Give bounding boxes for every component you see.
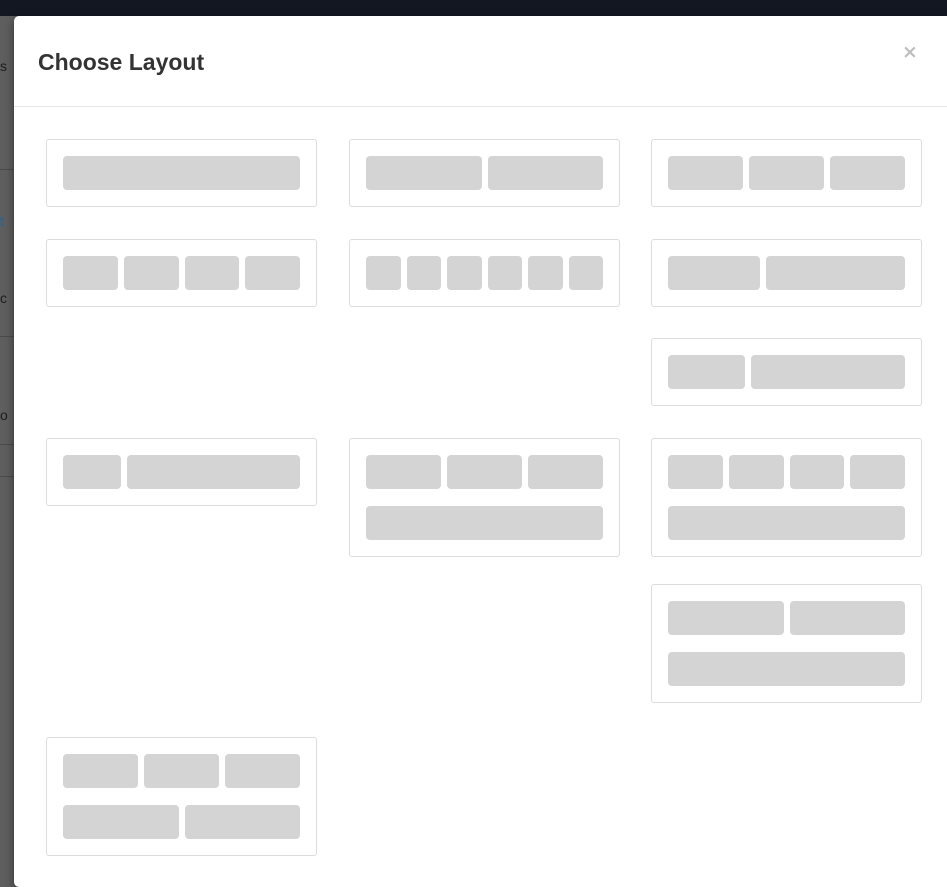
layout-column-block — [528, 256, 563, 290]
layout-column-block — [668, 355, 745, 389]
layout-4-over-1-option[interactable] — [651, 438, 922, 557]
layout-column-block — [789, 455, 845, 489]
layout-column-block — [830, 156, 905, 190]
layout-column-block — [568, 256, 603, 290]
layout-column-block — [668, 506, 905, 540]
close-icon[interactable]: × — [898, 40, 922, 64]
layout-6-col-option[interactable] — [349, 239, 620, 307]
layout-4-col-option[interactable] — [46, 239, 317, 307]
layout-preview-row — [668, 256, 905, 290]
modal-title: Choose Layout — [38, 49, 205, 75]
modal-header: Choose Layout × — [14, 16, 947, 107]
layout-preview-row — [63, 455, 300, 489]
layout-column-block — [366, 256, 401, 290]
background-link-fragment: t — [0, 213, 4, 229]
layout-column-block — [123, 256, 179, 290]
layout-2-col-option[interactable] — [349, 139, 620, 207]
layout-column-block — [144, 754, 219, 788]
layout-column-block — [766, 256, 905, 290]
layout-preview-row — [366, 506, 603, 540]
layout-column-block — [447, 455, 522, 489]
layout-preview-row — [668, 652, 905, 686]
layout-preview-row — [668, 355, 905, 389]
choose-layout-modal: Choose Layout × — [14, 16, 947, 887]
layout-33-67-option[interactable] — [651, 338, 922, 406]
layout-preview-row — [63, 754, 300, 788]
layout-preview-row — [668, 156, 905, 190]
background-divider — [0, 169, 14, 170]
layout-column-block — [184, 256, 240, 290]
layout-column-block — [668, 652, 905, 686]
layout-preview-row — [63, 256, 300, 290]
layout-preview-row — [63, 156, 300, 190]
background-text-fragment: o — [0, 407, 8, 423]
layout-column-block — [487, 156, 603, 190]
layout-3-over-2-option[interactable] — [46, 737, 317, 856]
background-text-fragment: c — [0, 290, 7, 306]
layout-column-block — [749, 156, 824, 190]
layout-preview-row — [63, 805, 300, 839]
layout-25-75-option[interactable] — [46, 438, 317, 506]
layout-column-block — [751, 355, 905, 389]
layout-column-block — [63, 256, 118, 290]
layout-column-block — [668, 156, 743, 190]
layout-column-block — [447, 256, 482, 290]
background-topbar — [0, 0, 947, 16]
layout-40-60-option[interactable] — [651, 239, 922, 307]
layout-column-block — [225, 754, 300, 788]
layout-column-block — [487, 256, 522, 290]
background-divider — [0, 444, 14, 445]
layout-preview-row — [366, 256, 603, 290]
layout-preview-row — [668, 455, 905, 489]
layout-column-block — [245, 256, 300, 290]
layout-column-block — [63, 455, 121, 489]
layout-preview-row — [668, 601, 905, 635]
layout-column-block — [528, 455, 603, 489]
layout-column-block — [63, 156, 300, 190]
layout-column-block — [406, 256, 441, 290]
layout-3-col-option[interactable] — [651, 139, 922, 207]
layout-preview-row — [366, 156, 603, 190]
layout-3-over-1-option[interactable] — [349, 438, 620, 557]
background-text-fragment: s — [0, 58, 7, 74]
layout-2-over-1-option[interactable] — [651, 584, 922, 703]
layout-preview-row — [668, 506, 905, 540]
background-divider — [0, 336, 14, 337]
layout-column-block — [366, 156, 482, 190]
layout-column-block — [668, 601, 784, 635]
layout-column-block — [63, 754, 138, 788]
layout-column-block — [668, 455, 723, 489]
layout-column-block — [366, 455, 441, 489]
layout-column-block — [850, 455, 905, 489]
layout-column-block — [366, 506, 603, 540]
layout-column-block — [126, 455, 300, 489]
layout-column-block — [668, 256, 761, 290]
layout-column-block — [184, 805, 300, 839]
layout-preview-row — [366, 455, 603, 489]
background-divider — [0, 476, 14, 477]
layout-1-col-option[interactable] — [46, 139, 317, 207]
layout-column-block — [789, 601, 905, 635]
layout-column-block — [728, 455, 784, 489]
layout-column-block — [63, 805, 179, 839]
